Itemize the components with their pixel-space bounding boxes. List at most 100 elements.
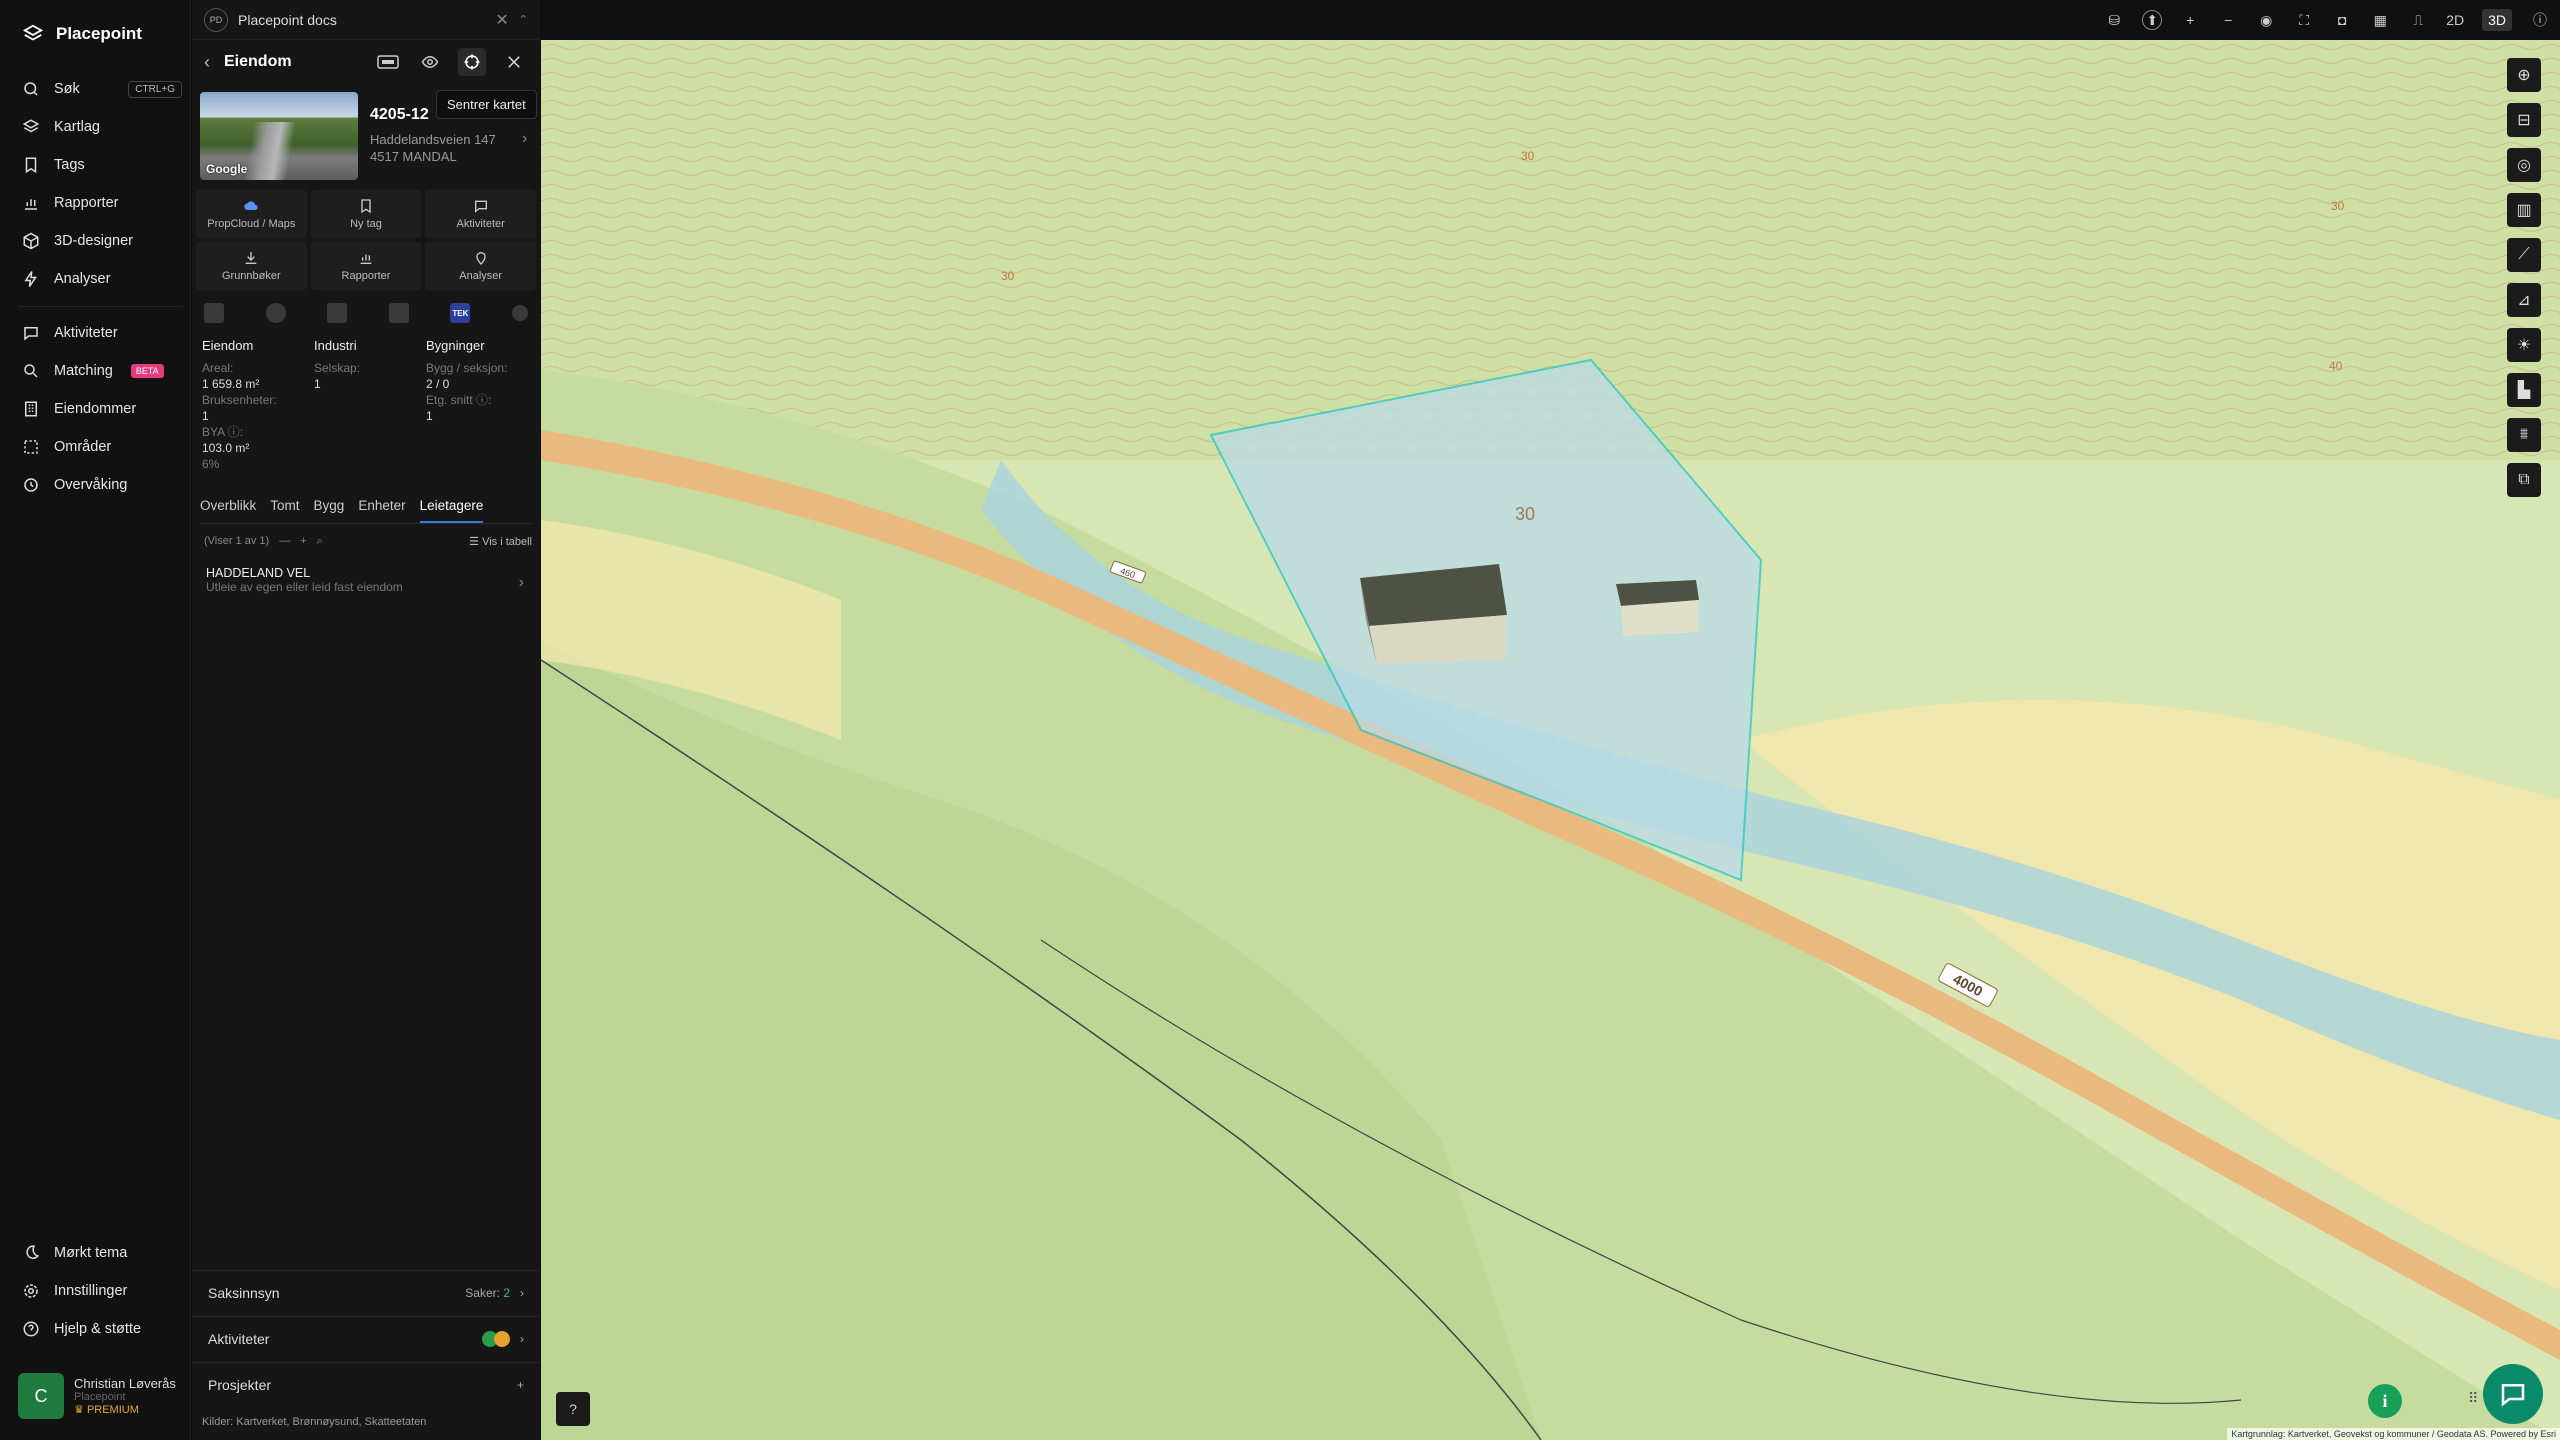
building-1[interactable]: [1360, 564, 1507, 664]
nav-search[interactable]: Søk CTRL+G: [22, 74, 182, 104]
tab-tomt[interactable]: Tomt: [270, 498, 299, 523]
info-circle-icon[interactable]: ⓘ: [2530, 10, 2550, 30]
factory-category-icon[interactable]: [327, 303, 348, 323]
globe-category-icon[interactable]: [265, 303, 286, 323]
cloud-icon: [244, 201, 258, 210]
nav-item-label: Områder: [54, 439, 112, 455]
view-3d-button[interactable]: 3D: [2482, 9, 2512, 31]
chart-tool-icon[interactable]: ▥: [2507, 193, 2541, 227]
center-map-icon[interactable]: [458, 48, 486, 76]
table-view-button[interactable]: ☰ Vis i tabell: [469, 535, 532, 548]
saksinnsyn-section[interactable]: Saksinnsyn Saker: 2 ›: [192, 1270, 540, 1314]
nav-kartlag[interactable]: Kartlag: [22, 112, 182, 142]
tek-category-icon[interactable]: TEK: [450, 303, 471, 323]
nav-dark-theme[interactable]: Mørkt tema: [22, 1238, 182, 1268]
facts-heading: Eiendom: [202, 338, 254, 353]
grid-icon[interactable]: ▦: [2370, 10, 2390, 30]
tab-enheter[interactable]: Enheter: [358, 498, 405, 523]
chevron-updown-icon[interactable]: ⌃: [519, 13, 528, 26]
nav-eiendommer[interactable]: Eiendommer: [22, 394, 182, 424]
minus-icon[interactable]: —: [279, 535, 290, 547]
terrain-map: 4000 460 30 30 30 40 30: [541, 40, 2560, 1440]
plus-icon[interactable]: +: [300, 535, 306, 547]
profile-tool-icon[interactable]: ⟋: [2507, 238, 2541, 272]
close-panel-icon[interactable]: [500, 48, 528, 76]
workspace-title[interactable]: Placepoint docs: [238, 12, 337, 28]
view-tool-icon[interactable]: ◎: [2507, 148, 2541, 182]
tab-leietagere[interactable]: Leietagere: [419, 498, 484, 523]
drag-handle-icon[interactable]: ⠿: [2468, 1390, 2478, 1407]
activities-button[interactable]: Aktiviteter: [425, 190, 536, 238]
nav-3d-designer[interactable]: 3D-designer: [22, 226, 182, 256]
land-register-button[interactable]: Grunnbøker: [196, 242, 307, 290]
map-canvas[interactable]: 4000 460 30 30 30 40 30 Kartgrunnlag: Ka…: [541, 40, 2560, 1440]
camera-icon[interactable]: ◘: [2332, 10, 2352, 30]
view-2d-button[interactable]: 2D: [2446, 12, 2464, 28]
back-icon[interactable]: ‹: [204, 52, 210, 73]
list-item[interactable]: HADDELAND VEL Utleie av egen eller leid …: [206, 566, 524, 594]
nav-rapporter[interactable]: Rapporter: [22, 188, 182, 218]
nav-analyser[interactable]: Analyser: [22, 264, 182, 294]
layers-toggle-icon[interactable]: ⛁: [2104, 10, 2124, 30]
nav-tags[interactable]: Tags: [22, 150, 182, 180]
fact-label: Areal:: [202, 361, 234, 375]
buildings-category-icon[interactable]: [388, 303, 409, 323]
property-category-icon[interactable]: [204, 303, 224, 323]
cube-icon: [23, 232, 39, 250]
street-view-360-icon[interactable]: [374, 48, 402, 76]
zoom-out-icon[interactable]: −: [2218, 10, 2238, 30]
source-link[interactable]: Brønnøysund,: [293, 1416, 362, 1428]
aktiviteter-section[interactable]: Aktiviteter ›: [192, 1316, 540, 1360]
avatar: C: [18, 1373, 64, 1419]
close-icon[interactable]: ✕: [495, 10, 508, 30]
street-view-thumbnail[interactable]: Google: [200, 92, 358, 180]
elevation-tool-icon[interactable]: ⩩: [2507, 418, 2541, 452]
export-tool-icon[interactable]: ⧉: [2507, 463, 2541, 497]
facts-column-bygninger: Bygninger Bygg / seksjon: 2 / 0 Etg. sni…: [426, 338, 532, 472]
analyses-button[interactable]: Analyser: [425, 242, 536, 290]
nav-matching[interactable]: Matching BETA: [22, 356, 182, 386]
source-link[interactable]: Skatteetaten: [365, 1416, 427, 1428]
nav-settings[interactable]: Innstillinger: [22, 1276, 182, 1306]
fullscreen-icon[interactable]: ⛶: [2294, 10, 2314, 30]
tab-bygg[interactable]: Bygg: [314, 498, 345, 523]
new-tag-button[interactable]: Ny tag: [310, 190, 422, 238]
info-button[interactable]: i: [2368, 1384, 2402, 1418]
eye-icon[interactable]: ◉: [2256, 10, 2276, 30]
thumbnail-label: Google: [206, 162, 248, 176]
sun-tool-icon[interactable]: ☀: [2507, 328, 2541, 362]
measure-tool-icon[interactable]: ⊟: [2507, 103, 2541, 137]
slope-tool-icon[interactable]: ⊿: [2507, 283, 2541, 317]
sources: Kilder: Kartverket, Brønnøysund, Skattee…: [202, 1416, 426, 1428]
brand[interactable]: Placepoint: [22, 20, 142, 48]
prosjekter-section[interactable]: Prosjekter +: [192, 1362, 540, 1406]
chevron-right-icon[interactable]: ›: [522, 130, 527, 148]
tab-overblikk[interactable]: Overblikk: [200, 498, 256, 523]
nav-omrader[interactable]: Områder: [22, 432, 182, 462]
propcloud-button[interactable]: PropCloud / Maps: [196, 190, 307, 238]
map-help-button[interactable]: ?: [556, 1392, 590, 1426]
reports-button[interactable]: Rapporter: [310, 242, 422, 290]
nav-help[interactable]: Hjelp & støtte: [22, 1314, 182, 1344]
source-link[interactable]: Kartverket,: [236, 1416, 289, 1428]
bookmark-icon[interactable]: ⎍: [2408, 10, 2428, 30]
building-height-tool-icon[interactable]: ▙: [2507, 373, 2541, 407]
more-category-icon[interactable]: [511, 305, 528, 321]
building-2[interactable]: [1616, 580, 1699, 636]
add-project-icon[interactable]: +: [517, 1378, 524, 1392]
nav-item-label: Analyser: [54, 271, 111, 287]
category-icons: TEK: [200, 300, 532, 326]
compass-icon[interactable]: ⬆: [2142, 10, 2163, 30]
nav-overvaking[interactable]: Overvåking: [22, 470, 182, 500]
info-icon: i: [2382, 1390, 2388, 1411]
nav-aktiviteter[interactable]: Aktiviteter: [22, 318, 182, 348]
zoom-in-icon[interactable]: +: [2180, 10, 2200, 30]
chat-button[interactable]: [2483, 1364, 2543, 1424]
globe-search-tool-icon[interactable]: ⊕: [2507, 58, 2541, 92]
eye-icon[interactable]: [416, 48, 444, 76]
button-label: PropCloud / Maps: [207, 218, 296, 230]
tenant-list: HADDELAND VEL Utleie av egen eller leid …: [206, 566, 524, 594]
search-icon[interactable]: ⌕: [317, 535, 323, 548]
property-address[interactable]: Haddelandsveien 147 4517 MANDAL: [370, 131, 496, 165]
user-card[interactable]: C Christian Løverås Placepoint ♛ PREMIUM: [18, 1371, 182, 1421]
